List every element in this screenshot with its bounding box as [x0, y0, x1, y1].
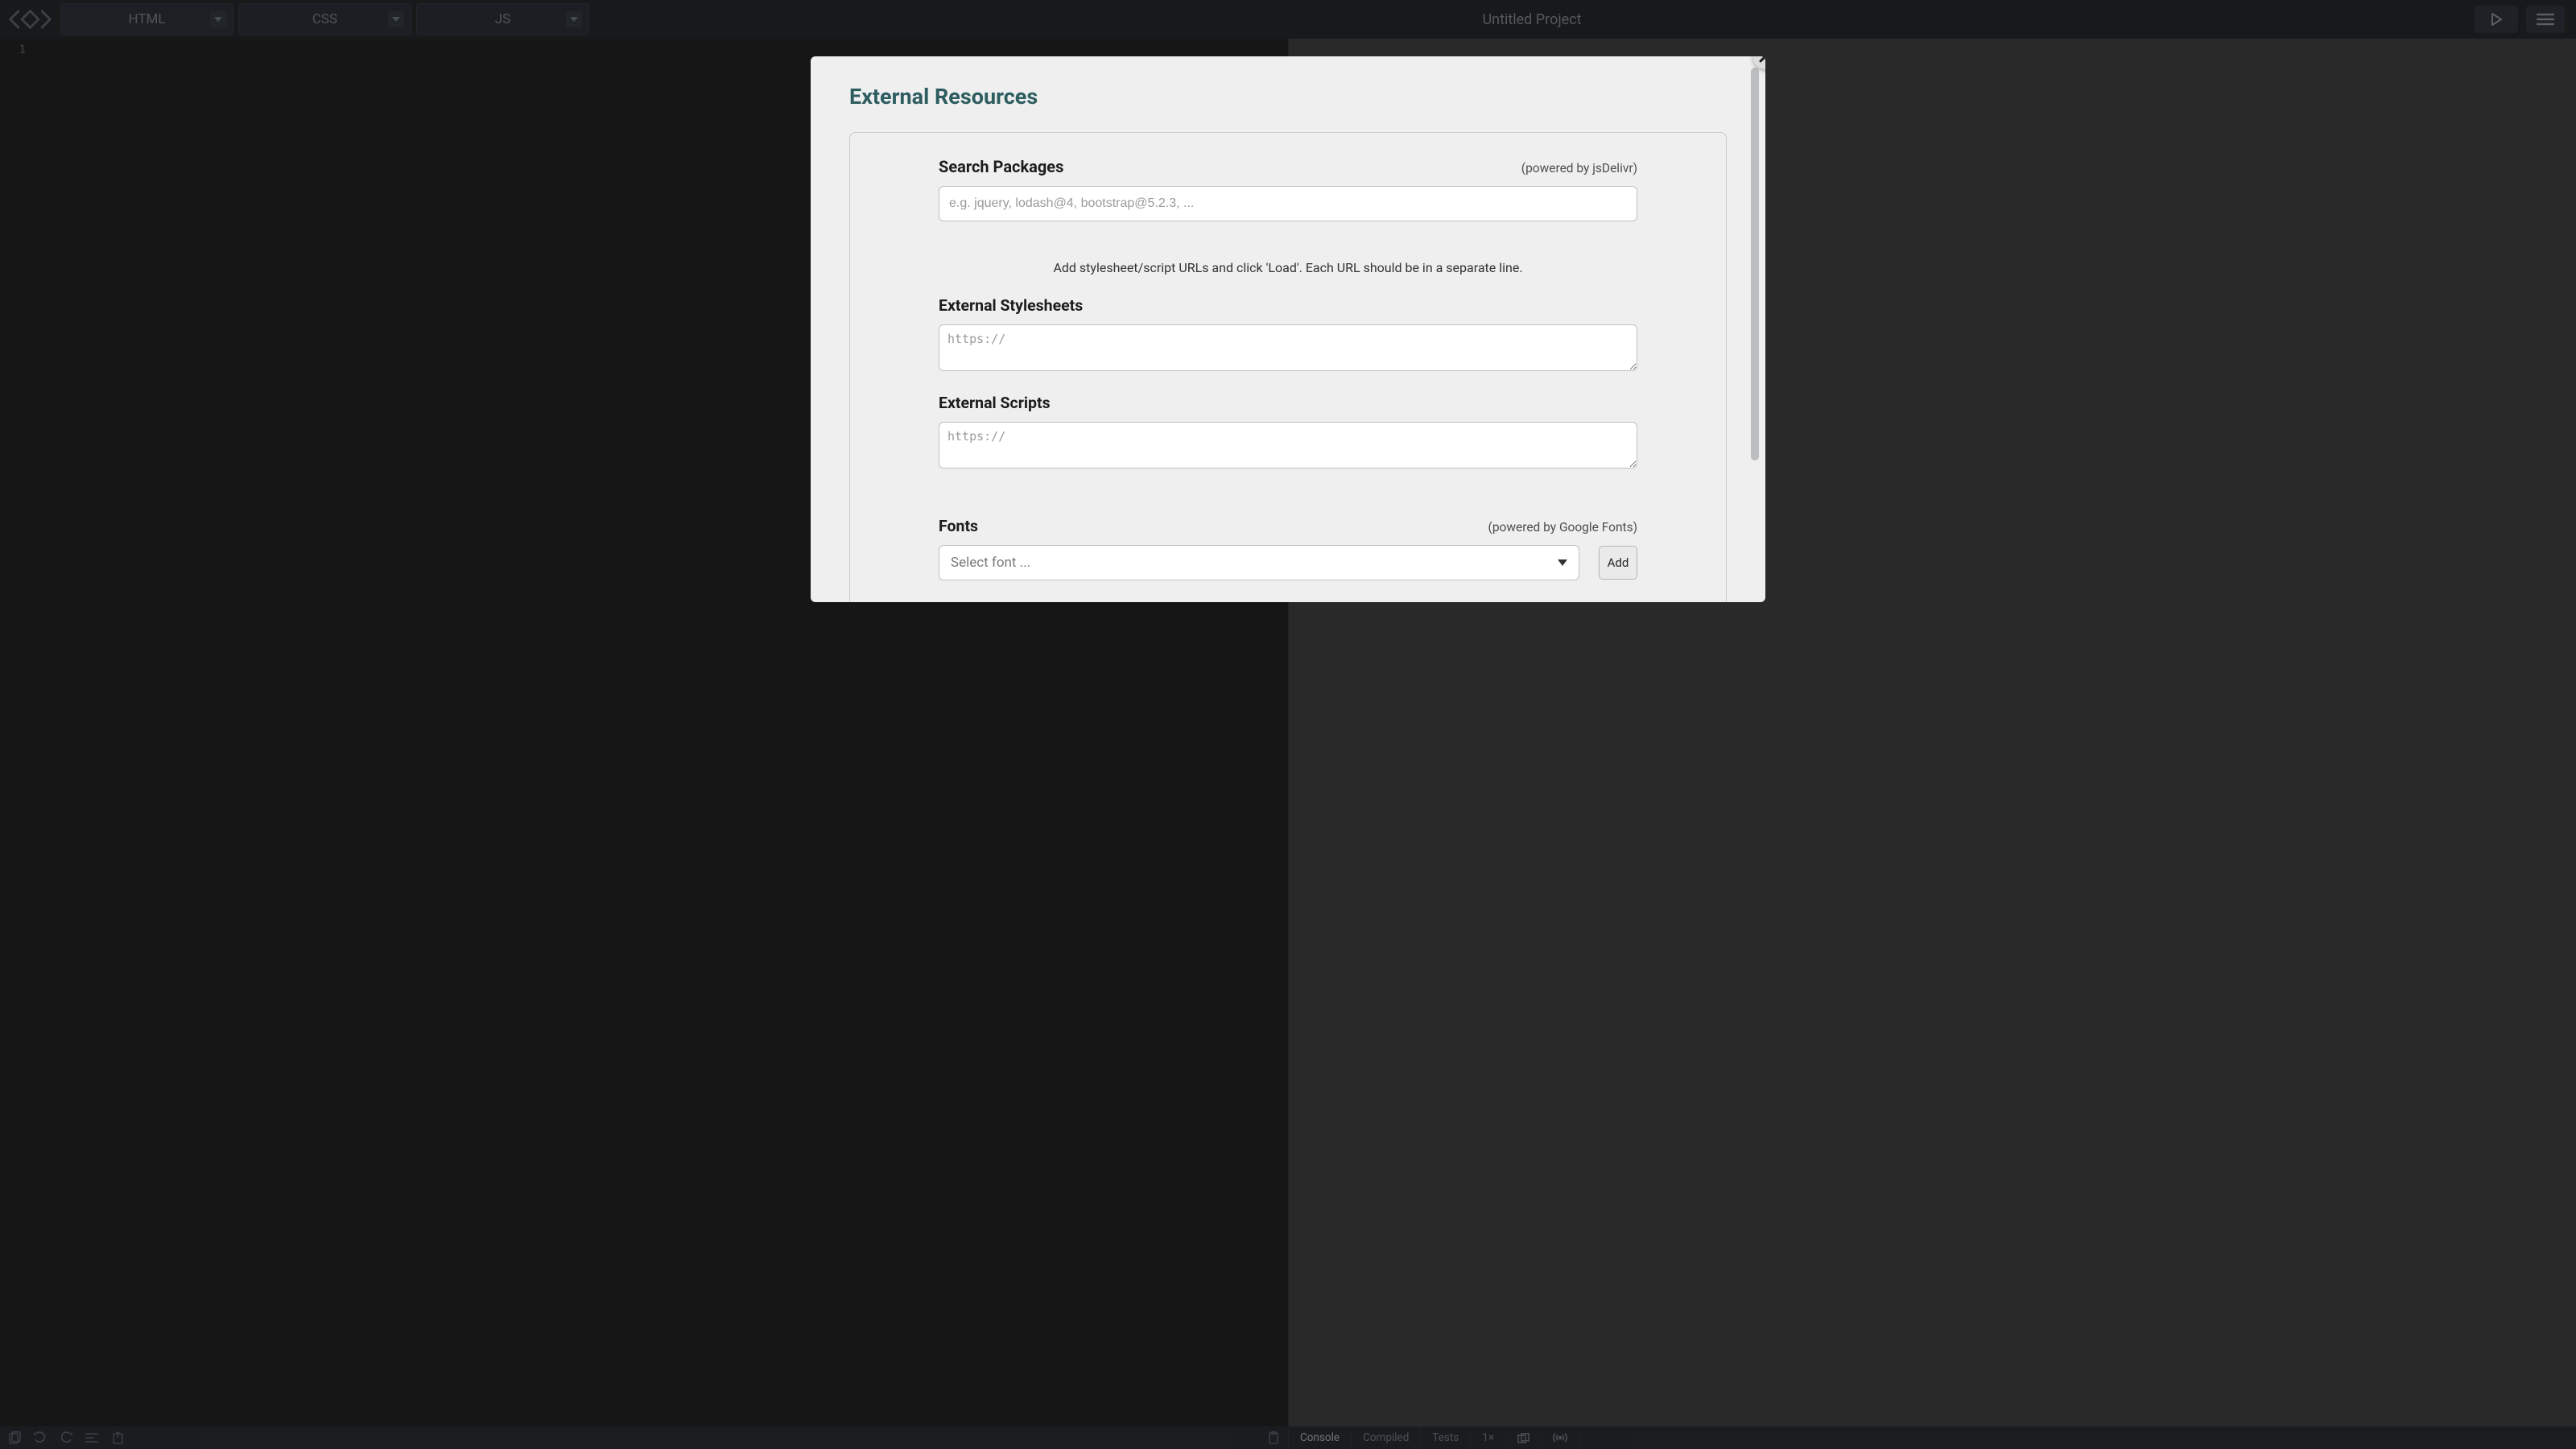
search-packages-label: Search Packages	[939, 157, 1063, 176]
fonts-powered-by: (powered by Google Fonts)	[1488, 520, 1637, 535]
modal-title: External Resources	[849, 84, 1727, 109]
modal-scrollbar[interactable]	[1751, 68, 1759, 460]
add-font-button[interactable]: Add	[1599, 546, 1637, 580]
external-scripts-label: External Scripts	[939, 394, 1637, 412]
modal-panel: Search Packages (powered by jsDelivr) Ad…	[849, 132, 1727, 602]
external-stylesheets-label: External Stylesheets	[939, 296, 1637, 315]
font-select-placeholder: Select font ...	[951, 555, 1030, 571]
modal-overlay[interactable]: External Resources Search Packages (powe…	[0, 0, 2576, 1449]
modal-description: Add stylesheet/script URLs and click 'Lo…	[939, 260, 1637, 275]
external-stylesheets-input[interactable]	[939, 324, 1637, 371]
fonts-label: Fonts	[939, 517, 978, 535]
search-packages-input[interactable]	[939, 186, 1637, 221]
font-select[interactable]: Select font ...	[939, 545, 1579, 580]
search-powered-by: (powered by jsDelivr)	[1521, 161, 1637, 175]
add-button-label: Add	[1608, 555, 1629, 570]
external-resources-dialog: External Resources Search Packages (powe…	[811, 56, 1765, 602]
external-scripts-input[interactable]	[939, 422, 1637, 469]
chevron-down-icon	[1558, 559, 1567, 566]
